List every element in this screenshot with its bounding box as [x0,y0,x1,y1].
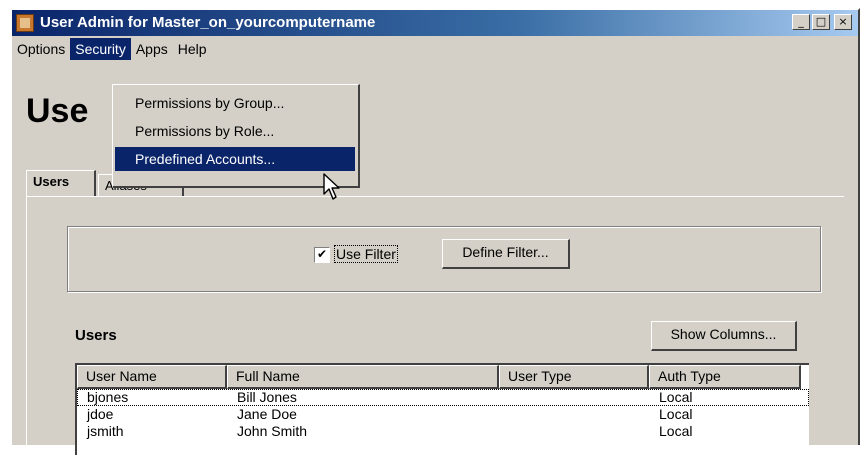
menu-security[interactable]: Security [70,38,131,60]
cell-user-type [499,406,649,423]
table-row[interactable]: jsmith John Smith Local [77,423,809,440]
users-section-label: Users [75,327,117,344]
filter-group: ✔ Use Filter Define Filter... [67,226,821,292]
menu-item-predefined-accounts[interactable]: Predefined Accounts... [115,147,355,171]
column-header-full-name[interactable]: Full Name [227,365,499,389]
window-controls: _ □ × [792,14,852,30]
menu-item-permissions-by-group[interactable]: Permissions by Group... [115,91,355,115]
cell-auth-type: Local [659,389,693,405]
menu-options[interactable]: Options [12,38,70,60]
cell-user-type [499,423,649,440]
menu-apps[interactable]: Apps [131,38,173,60]
use-filter-checkbox[interactable]: ✔ [314,247,330,263]
table-row[interactable]: jdoe Jane Doe Local [77,406,809,423]
tab-users[interactable]: Users [26,170,96,196]
column-header-auth-type[interactable]: Auth Type [649,365,801,389]
column-header-user-name[interactable]: User Name [77,365,227,389]
table-row[interactable]: bjones Bill Jones Local [77,389,809,406]
cell-user-name: jdoe [87,406,114,422]
menu-help[interactable]: Help [173,38,212,60]
user-admin-icon[interactable] [16,14,34,32]
page-title: Use [26,92,89,130]
cell-full-name: Bill Jones [237,389,297,405]
define-filter-button[interactable]: Define Filter... [442,239,570,269]
menu-bar: Options Security Apps Help [12,38,858,60]
use-filter-label[interactable]: Use Filter [334,245,398,263]
users-tab-panel: ✔ Use Filter Define Filter... Users Show… [26,196,844,455]
checkmark-icon: ✔ [316,247,328,261]
minimize-button[interactable]: _ [792,14,810,30]
user-admin-window: User Admin for Master_on_yourcomputernam… [10,8,860,455]
cell-user-type [499,389,649,406]
users-table: User Name Full Name User Type Auth Type … [75,363,809,455]
maximize-button[interactable]: □ [812,14,830,30]
show-columns-button[interactable]: Show Columns... [651,321,797,351]
cell-auth-type: Local [659,406,693,422]
table-header: User Name Full Name User Type Auth Type [77,365,809,389]
cell-user-name: jsmith [87,423,124,439]
cell-full-name: John Smith [237,423,308,439]
cell-user-name: bjones [87,389,129,405]
cell-auth-type: Local [659,423,693,439]
column-header-user-type[interactable]: User Type [499,365,649,389]
mouse-pointer-icon [323,173,340,200]
title-bar[interactable]: User Admin for Master_on_yourcomputernam… [12,10,858,36]
cell-full-name: Jane Doe [237,406,297,422]
close-button[interactable]: × [834,14,852,30]
window-title: User Admin for Master_on_yourcomputernam… [40,14,376,31]
menu-item-permissions-by-role[interactable]: Permissions by Role... [115,119,355,143]
